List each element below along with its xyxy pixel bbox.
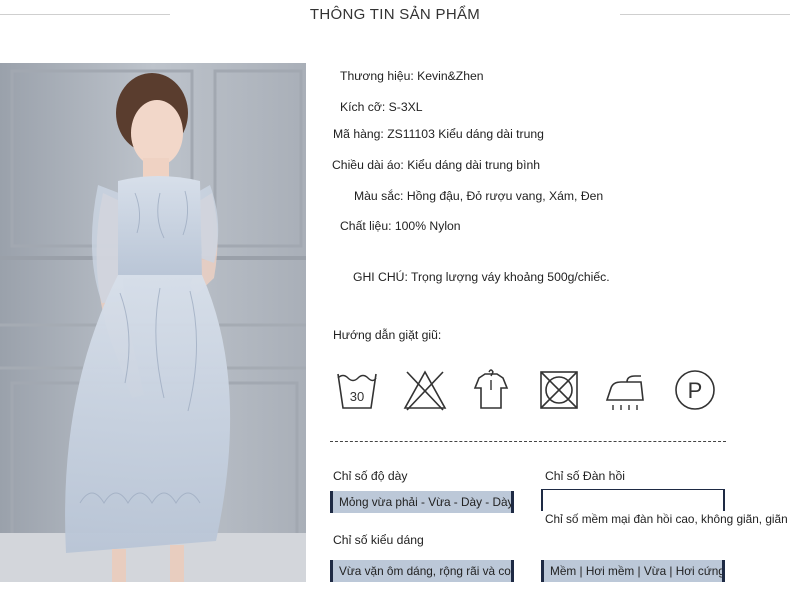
elasticity-label: Chỉ số Đàn hồi xyxy=(545,469,625,483)
no-tumble-dry-icon xyxy=(537,368,581,412)
thickness-label: Chỉ số độ dày xyxy=(333,469,408,483)
length-line: Chiều dài áo: Kiểu dáng dài trung bình xyxy=(332,158,541,172)
thickness-scale: Mỏng vừa phải - Vừa - Dày - Dày hơn xyxy=(330,491,514,513)
professional-clean-icon: P xyxy=(673,368,717,412)
iron-icon xyxy=(603,368,647,412)
hang-dry-icon xyxy=(469,368,513,412)
dashed-separator xyxy=(330,441,726,442)
fit-label: Chỉ số kiểu dáng xyxy=(333,533,424,547)
elasticity-scale: Chỉ số mềm mại đàn hồi cao, không giãn, … xyxy=(545,512,788,526)
wash-temp: 30 xyxy=(350,389,364,404)
colors-line: Màu sắc: Hồng đậu, Đỏ rượu vang, Xám, Đe… xyxy=(354,189,604,203)
material-line: Chất liệu: 100% Nylon xyxy=(340,219,461,233)
professional-clean-letter: P xyxy=(688,378,703,403)
brand-line: Thương hiệu: Kevin&Zhen xyxy=(340,69,484,83)
softness-scale: Mềm | Hơi mềm | Vừa | Hơi cứng | Cứng xyxy=(541,560,725,582)
care-heading: Hướng dẫn giặt giũ: xyxy=(333,328,442,342)
page-title: THÔNG TIN SẢN PHẨM xyxy=(309,6,481,23)
fit-scale: Vừa vặn ôm dáng, rộng rãi và co xu hướng xyxy=(330,560,514,582)
no-bleach-icon xyxy=(403,368,447,412)
note-line: GHI CHÚ: Trọng lượng váy khoảng 500g/chi… xyxy=(353,270,610,284)
elasticity-frame-top xyxy=(541,489,725,490)
care-icons: 30 P xyxy=(333,368,723,414)
code-line: Mã hàng: ZS11103 Kiểu dáng dài trung xyxy=(333,127,544,141)
size-line: Kích cỡ: S-3XL xyxy=(340,100,423,114)
wash-30-icon: 30 xyxy=(335,368,379,412)
product-photo xyxy=(0,63,306,582)
